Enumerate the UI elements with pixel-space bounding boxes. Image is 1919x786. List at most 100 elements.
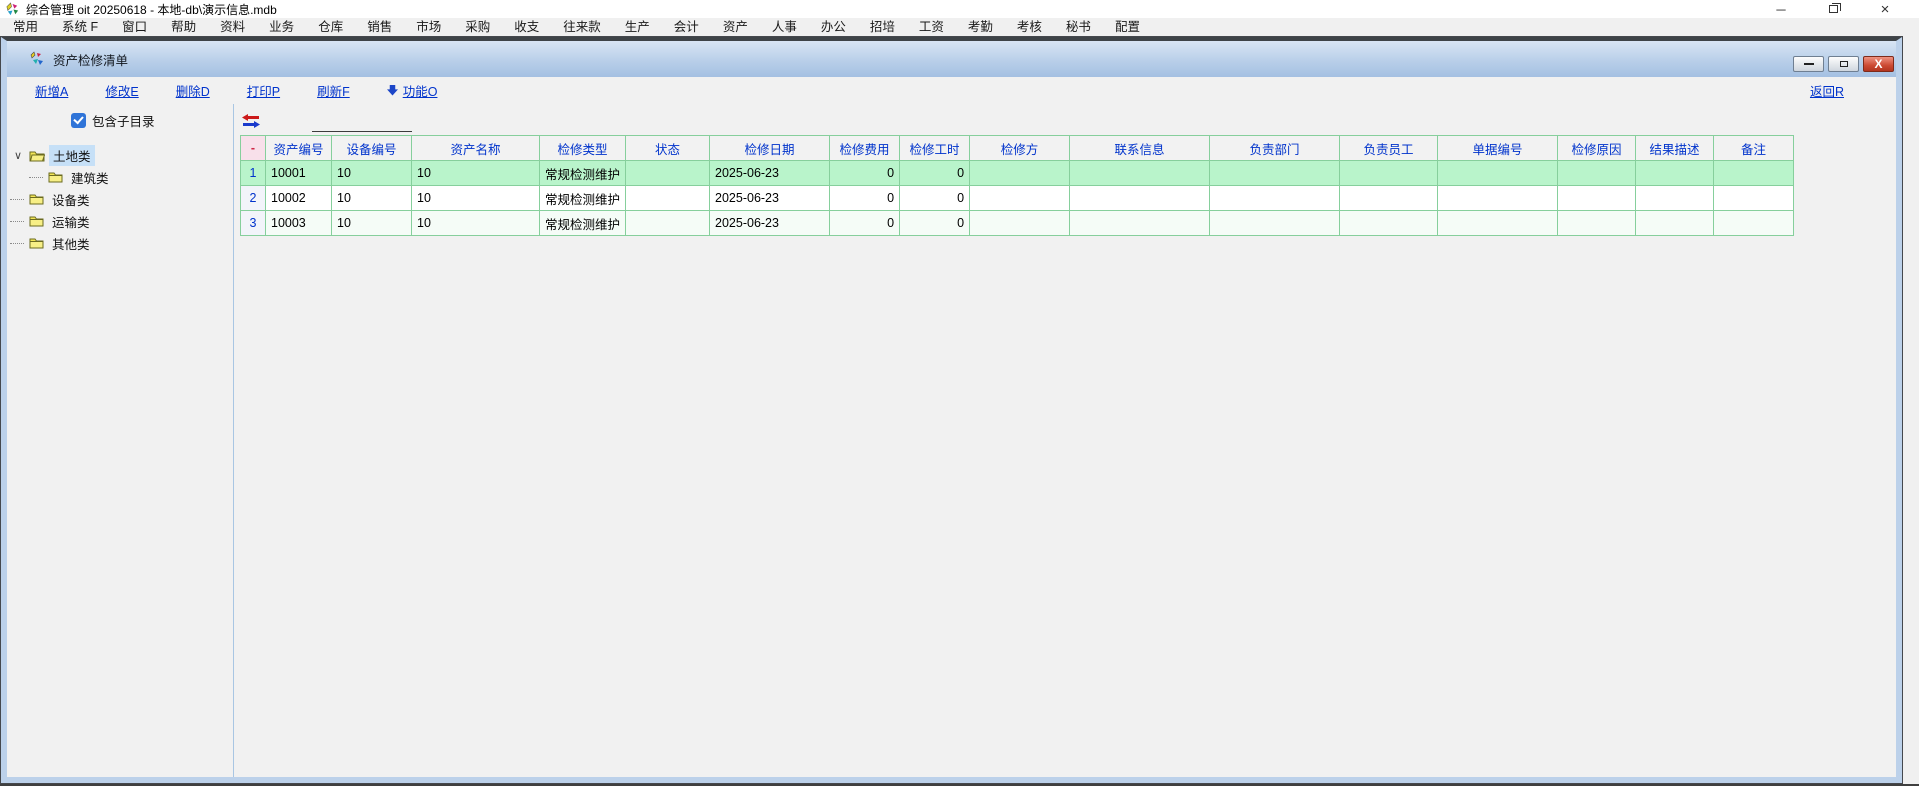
- col-header-maint-hours[interactable]: 检修工时: [900, 136, 970, 161]
- cell-maint-cost[interactable]: 0: [830, 186, 900, 211]
- menu-item-20[interactable]: 考勤: [956, 18, 1005, 37]
- menu-item-17[interactable]: 办公: [809, 18, 858, 37]
- cell-dept[interactable]: [1210, 211, 1340, 236]
- col-header-asset-id[interactable]: 资产编号: [266, 136, 332, 161]
- functions-link[interactable]: 功能O: [387, 81, 438, 100]
- cell-employee[interactable]: [1340, 186, 1438, 211]
- col-header-contact-info[interactable]: 联系信息: [1070, 136, 1210, 161]
- col-header-maint-date[interactable]: 检修日期: [710, 136, 830, 161]
- menu-item-10[interactable]: 采购: [453, 18, 502, 37]
- menu-item-11[interactable]: 收支: [502, 18, 551, 37]
- filter-input[interactable]: [312, 117, 412, 132]
- menu-item-9[interactable]: 市场: [404, 18, 453, 37]
- menu-item-23[interactable]: 配置: [1103, 18, 1152, 37]
- col-header-asset-name[interactable]: 资产名称: [412, 136, 540, 161]
- window-close-button[interactable]: ×: [1859, 0, 1911, 18]
- menu-item-3[interactable]: 窗口: [110, 18, 159, 37]
- cell-note[interactable]: [1714, 186, 1794, 211]
- col-header-status[interactable]: 状态: [626, 136, 710, 161]
- tree-item-5[interactable]: 其他类: [7, 232, 233, 254]
- cell-rownum[interactable]: 3: [241, 211, 266, 236]
- cell-maint-type[interactable]: 常规检测维护: [540, 161, 626, 186]
- tree-item-4[interactable]: 运输类: [7, 210, 233, 232]
- panel-close-button[interactable]: X: [1863, 56, 1894, 72]
- add-link[interactable]: 新增A: [35, 81, 68, 100]
- menu-item-4[interactable]: 帮助: [159, 18, 208, 37]
- cell-maintainer[interactable]: [970, 161, 1070, 186]
- col-header-doc-no[interactable]: 单据编号: [1438, 136, 1558, 161]
- cell-reason[interactable]: [1558, 211, 1636, 236]
- menu-item-15[interactable]: 资产: [711, 18, 760, 37]
- window-restore-button[interactable]: [1807, 0, 1859, 18]
- col-header-rownum[interactable]: -: [241, 136, 266, 161]
- menu-item-16[interactable]: 人事: [760, 18, 809, 37]
- menu-item-1[interactable]: 常用: [1, 18, 50, 37]
- cell-maint-type[interactable]: 常规检测维护: [540, 186, 626, 211]
- cell-device-id[interactable]: 10: [332, 186, 412, 211]
- table-row-2[interactable]: 2100021010常规检测维护2025-06-2300: [241, 186, 1794, 211]
- cell-rownum[interactable]: 2: [241, 186, 266, 211]
- cell-doc-no[interactable]: [1438, 186, 1558, 211]
- cell-status[interactable]: [626, 161, 710, 186]
- cell-maintainer[interactable]: [970, 186, 1070, 211]
- cell-maint-date[interactable]: 2025-06-23: [710, 211, 830, 236]
- col-header-employee[interactable]: 负责员工: [1340, 136, 1438, 161]
- tree-item-3[interactable]: 设备类: [7, 188, 233, 210]
- cell-maint-date[interactable]: 2025-06-23: [710, 161, 830, 186]
- cell-contact-info[interactable]: [1070, 211, 1210, 236]
- return-link[interactable]: 返回R: [1810, 81, 1844, 100]
- cell-dept[interactable]: [1210, 186, 1340, 211]
- col-header-note[interactable]: 备注: [1714, 136, 1794, 161]
- table-row-1[interactable]: 1100011010常规检测维护2025-06-2300: [241, 161, 1794, 186]
- cell-employee[interactable]: [1340, 211, 1438, 236]
- cell-contact-info[interactable]: [1070, 161, 1210, 186]
- cell-doc-no[interactable]: [1438, 161, 1558, 186]
- col-header-maint-cost[interactable]: 检修费用: [830, 136, 900, 161]
- cell-contact-info[interactable]: [1070, 186, 1210, 211]
- tree-item-1[interactable]: ∨土地类: [7, 144, 233, 166]
- cell-result[interactable]: [1636, 186, 1714, 211]
- col-header-maintainer[interactable]: 检修方: [970, 136, 1070, 161]
- cell-device-id[interactable]: 10: [332, 211, 412, 236]
- cell-maint-cost[interactable]: 0: [830, 161, 900, 186]
- menu-item-21[interactable]: 考核: [1005, 18, 1054, 37]
- cell-rownum[interactable]: 1: [241, 161, 266, 186]
- menu-item-19[interactable]: 工资: [907, 18, 956, 37]
- cell-doc-no[interactable]: [1438, 211, 1558, 236]
- cell-maint-hours[interactable]: 0: [900, 186, 970, 211]
- cell-device-id[interactable]: 10: [332, 161, 412, 186]
- cell-asset-id[interactable]: 10002: [266, 186, 332, 211]
- cell-note[interactable]: [1714, 161, 1794, 186]
- menu-item-22[interactable]: 秘书: [1054, 18, 1103, 37]
- print-link[interactable]: 打印P: [247, 81, 280, 100]
- cell-result[interactable]: [1636, 211, 1714, 236]
- swap-arrows-icon[interactable]: [242, 114, 260, 131]
- cell-asset-name[interactable]: 10: [412, 161, 540, 186]
- window-minimize-button[interactable]: ─: [1755, 0, 1807, 18]
- table-row-3[interactable]: 3100031010常规检测维护2025-06-2300: [241, 211, 1794, 236]
- menu-item-13[interactable]: 生产: [613, 18, 662, 37]
- cell-note[interactable]: [1714, 211, 1794, 236]
- menu-item-5[interactable]: 资料: [208, 18, 257, 37]
- menu-item-6[interactable]: 业务: [257, 18, 306, 37]
- cell-maintainer[interactable]: [970, 211, 1070, 236]
- include-subdir-checkbox[interactable]: 包含子目录: [71, 111, 233, 130]
- refresh-link[interactable]: 刷新F: [317, 81, 350, 100]
- cell-asset-id[interactable]: 10001: [266, 161, 332, 186]
- menu-item-8[interactable]: 销售: [355, 18, 404, 37]
- menu-item-14[interactable]: 会计: [662, 18, 711, 37]
- col-header-maint-type[interactable]: 检修类型: [540, 136, 626, 161]
- tree-item-2[interactable]: 建筑类: [7, 166, 233, 188]
- col-header-dept[interactable]: 负责部门: [1210, 136, 1340, 161]
- menu-item-7[interactable]: 仓库: [306, 18, 355, 37]
- cell-asset-name[interactable]: 10: [412, 186, 540, 211]
- panel-restore-button[interactable]: [1828, 56, 1859, 72]
- cell-maint-hours[interactable]: 0: [900, 211, 970, 236]
- cell-asset-name[interactable]: 10: [412, 211, 540, 236]
- cell-employee[interactable]: [1340, 161, 1438, 186]
- cell-status[interactable]: [626, 186, 710, 211]
- cell-status[interactable]: [626, 211, 710, 236]
- cell-asset-id[interactable]: 10003: [266, 211, 332, 236]
- menu-item-12[interactable]: 往来款: [551, 18, 613, 37]
- cell-maint-date[interactable]: 2025-06-23: [710, 186, 830, 211]
